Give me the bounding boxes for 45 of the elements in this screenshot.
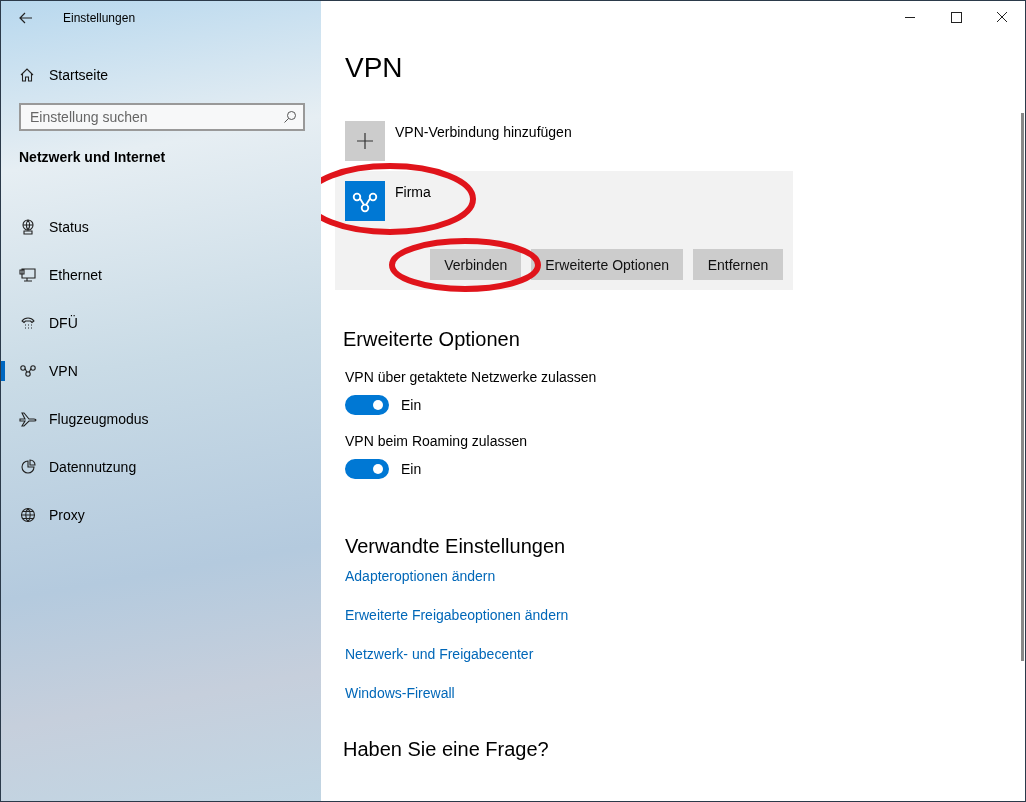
settings-link[interactable]: Erweiterte Freigabeoptionen ändern [345,607,1001,646]
settings-link[interactable]: Adapteroptionen ändern [345,568,1001,607]
nav-item[interactable]: DFÜ [1,299,321,347]
plus-icon [356,132,374,150]
back-arrow-icon[interactable] [19,12,33,24]
airplane-icon [19,411,37,427]
connection-button[interactable]: Erweiterte Optionen [531,249,683,280]
toggle-label: VPN über getaktete Netzwerke zulassen [345,369,597,385]
vpn-icon [19,363,37,379]
toggle-state: Ein [401,461,422,477]
settings-link[interactable]: Netzwerk- und Freigabecenter [345,646,1001,685]
add-button[interactable] [345,121,385,161]
ethernet-icon [19,267,37,283]
settings-link[interactable]: Windows-Firewall [345,685,1001,724]
nav-item[interactable]: Status [1,203,321,251]
home-icon [19,67,35,83]
nav-item[interactable]: Proxy [1,491,321,539]
connection-name: Firma [395,184,431,200]
toggle-switch[interactable] [345,395,389,415]
connection-button[interactable]: Entfernen [693,249,783,280]
toggle-label: VPN beim Roaming zulassen [345,433,528,449]
dialup-icon [19,315,37,331]
connection-card[interactable]: Firma Verbinden Erweiterte Optionen Entfernen [335,171,793,290]
window-title: Einstellungen [63,11,136,25]
nav-item[interactable]: Ethernet [1,251,321,299]
connection-button[interactable]: Verbinden [430,249,522,280]
add-vpn-label[interactable]: VPN-Verbindung hinzufügen [395,124,572,140]
toggle-switch[interactable] [345,459,389,479]
nav-item[interactable]: VPN [1,347,321,395]
status-icon [19,219,37,235]
section-heading: Erweiterte Optionen [343,328,521,351]
section-heading: Verwandte Einstellungen [345,535,567,558]
search-field[interactable]: Einstellung suchen [19,103,305,131]
search-icon [283,110,297,124]
scrollbar[interactable] [1021,113,1024,661]
nav-item[interactable]: Flugzeugmodus [1,395,321,443]
home-nav-item[interactable]: Startseite [1,57,321,93]
nav-item[interactable]: Datennutzung [1,443,321,491]
section-heading: Haben Sie eine Frage? [343,738,550,761]
vpn-connection-icon [345,181,385,221]
proxy-icon [19,507,37,523]
data-icon [19,459,37,475]
toggle-state: Ein [401,397,422,413]
section-heading: Netzwerk und Internet [18,149,167,167]
page-title: VPN [345,52,404,84]
